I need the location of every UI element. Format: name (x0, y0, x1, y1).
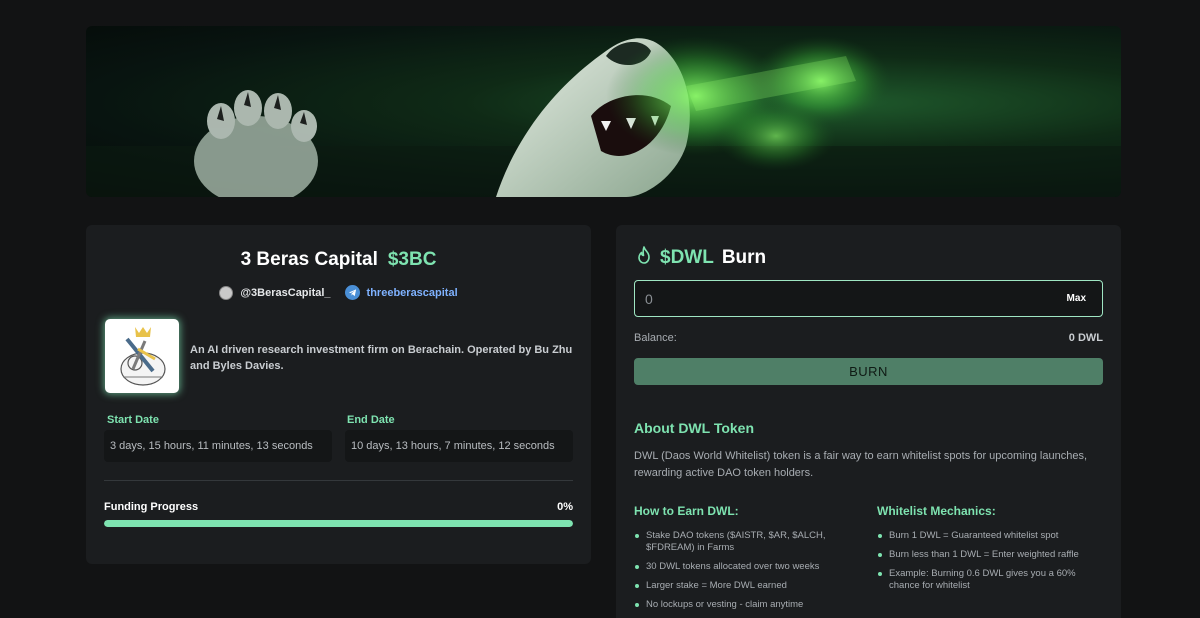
telegram-handle: threeberascapital (366, 286, 458, 299)
bear-banner-art (86, 36, 1121, 197)
end-date-label: End Date (347, 414, 395, 426)
x-link[interactable]: @3BerasCapital_ (219, 285, 331, 300)
list-item: Burn 1 DWL = Guaranteed whitelist spot (877, 530, 1097, 542)
telegram-icon (344, 285, 360, 300)
mechanics-list: Burn 1 DWL = Guaranteed whitelist spot B… (877, 530, 1097, 599)
project-title: 3 Beras Capital $3BC (86, 249, 591, 271)
burn-amount-input[interactable] (645, 290, 1063, 307)
balance-value: 0 DWL (1068, 332, 1103, 344)
mechanics-title: Whitelist Mechanics: (877, 504, 996, 518)
balance-label: Balance: (634, 332, 677, 344)
burn-title-text: Burn (721, 247, 767, 268)
about-title: About DWL Token (634, 420, 755, 436)
funding-progress-percent: 0% (557, 501, 573, 513)
x-handle: @3BerasCapital_ (240, 286, 331, 299)
list-item: Burn less than 1 DWL = Enter weighted ra… (877, 549, 1097, 561)
project-card (86, 225, 591, 564)
start-date-label: Start Date (107, 414, 159, 426)
list-item: Example: Burning 0.6 DWL gives you a 60%… (877, 568, 1097, 592)
earn-list: Stake DAO tokens ($AISTR, $AR, $ALCH, $F… (634, 530, 864, 618)
funding-progress-fill (104, 520, 573, 527)
funding-progress-bar (104, 520, 573, 527)
project-name: 3 Beras Capital (240, 249, 378, 270)
funding-progress-label: Funding Progress (104, 501, 199, 513)
flame-icon (636, 246, 652, 270)
earn-title: How to Earn DWL: (634, 504, 739, 518)
social-links: @3BerasCapital_ threeberascapital (86, 285, 591, 300)
hero-banner (86, 26, 1121, 197)
burn-title: $DWL Burn (636, 246, 766, 270)
list-item: No lockups or vesting - claim anytime (634, 599, 864, 611)
start-date-value: 3 days, 15 hours, 11 minutes, 13 seconds (104, 430, 332, 462)
max-button[interactable]: Max (1063, 289, 1090, 308)
project-logo (105, 319, 179, 393)
divider (104, 480, 573, 481)
about-text: DWL (Daos World Whitelist) token is a fa… (634, 450, 1088, 479)
project-ticker: $3BC (387, 249, 437, 270)
list-item: 30 DWL tokens allocated over two weeks (634, 561, 864, 573)
project-description: An AI driven research investment firm on… (190, 344, 573, 372)
telegram-link[interactable]: threeberascapital (344, 285, 458, 300)
burn-button[interactable]: BURN (634, 358, 1103, 385)
list-item: Larger stake = More DWL earned (634, 580, 864, 592)
burn-amount-field: Max (634, 280, 1103, 317)
burn-token: $DWL (660, 247, 714, 268)
avatar (219, 285, 234, 300)
list-item: Stake DAO tokens ($AISTR, $AR, $ALCH, $F… (634, 530, 864, 554)
end-date-value: 10 days, 13 hours, 7 minutes, 12 seconds (345, 430, 573, 462)
